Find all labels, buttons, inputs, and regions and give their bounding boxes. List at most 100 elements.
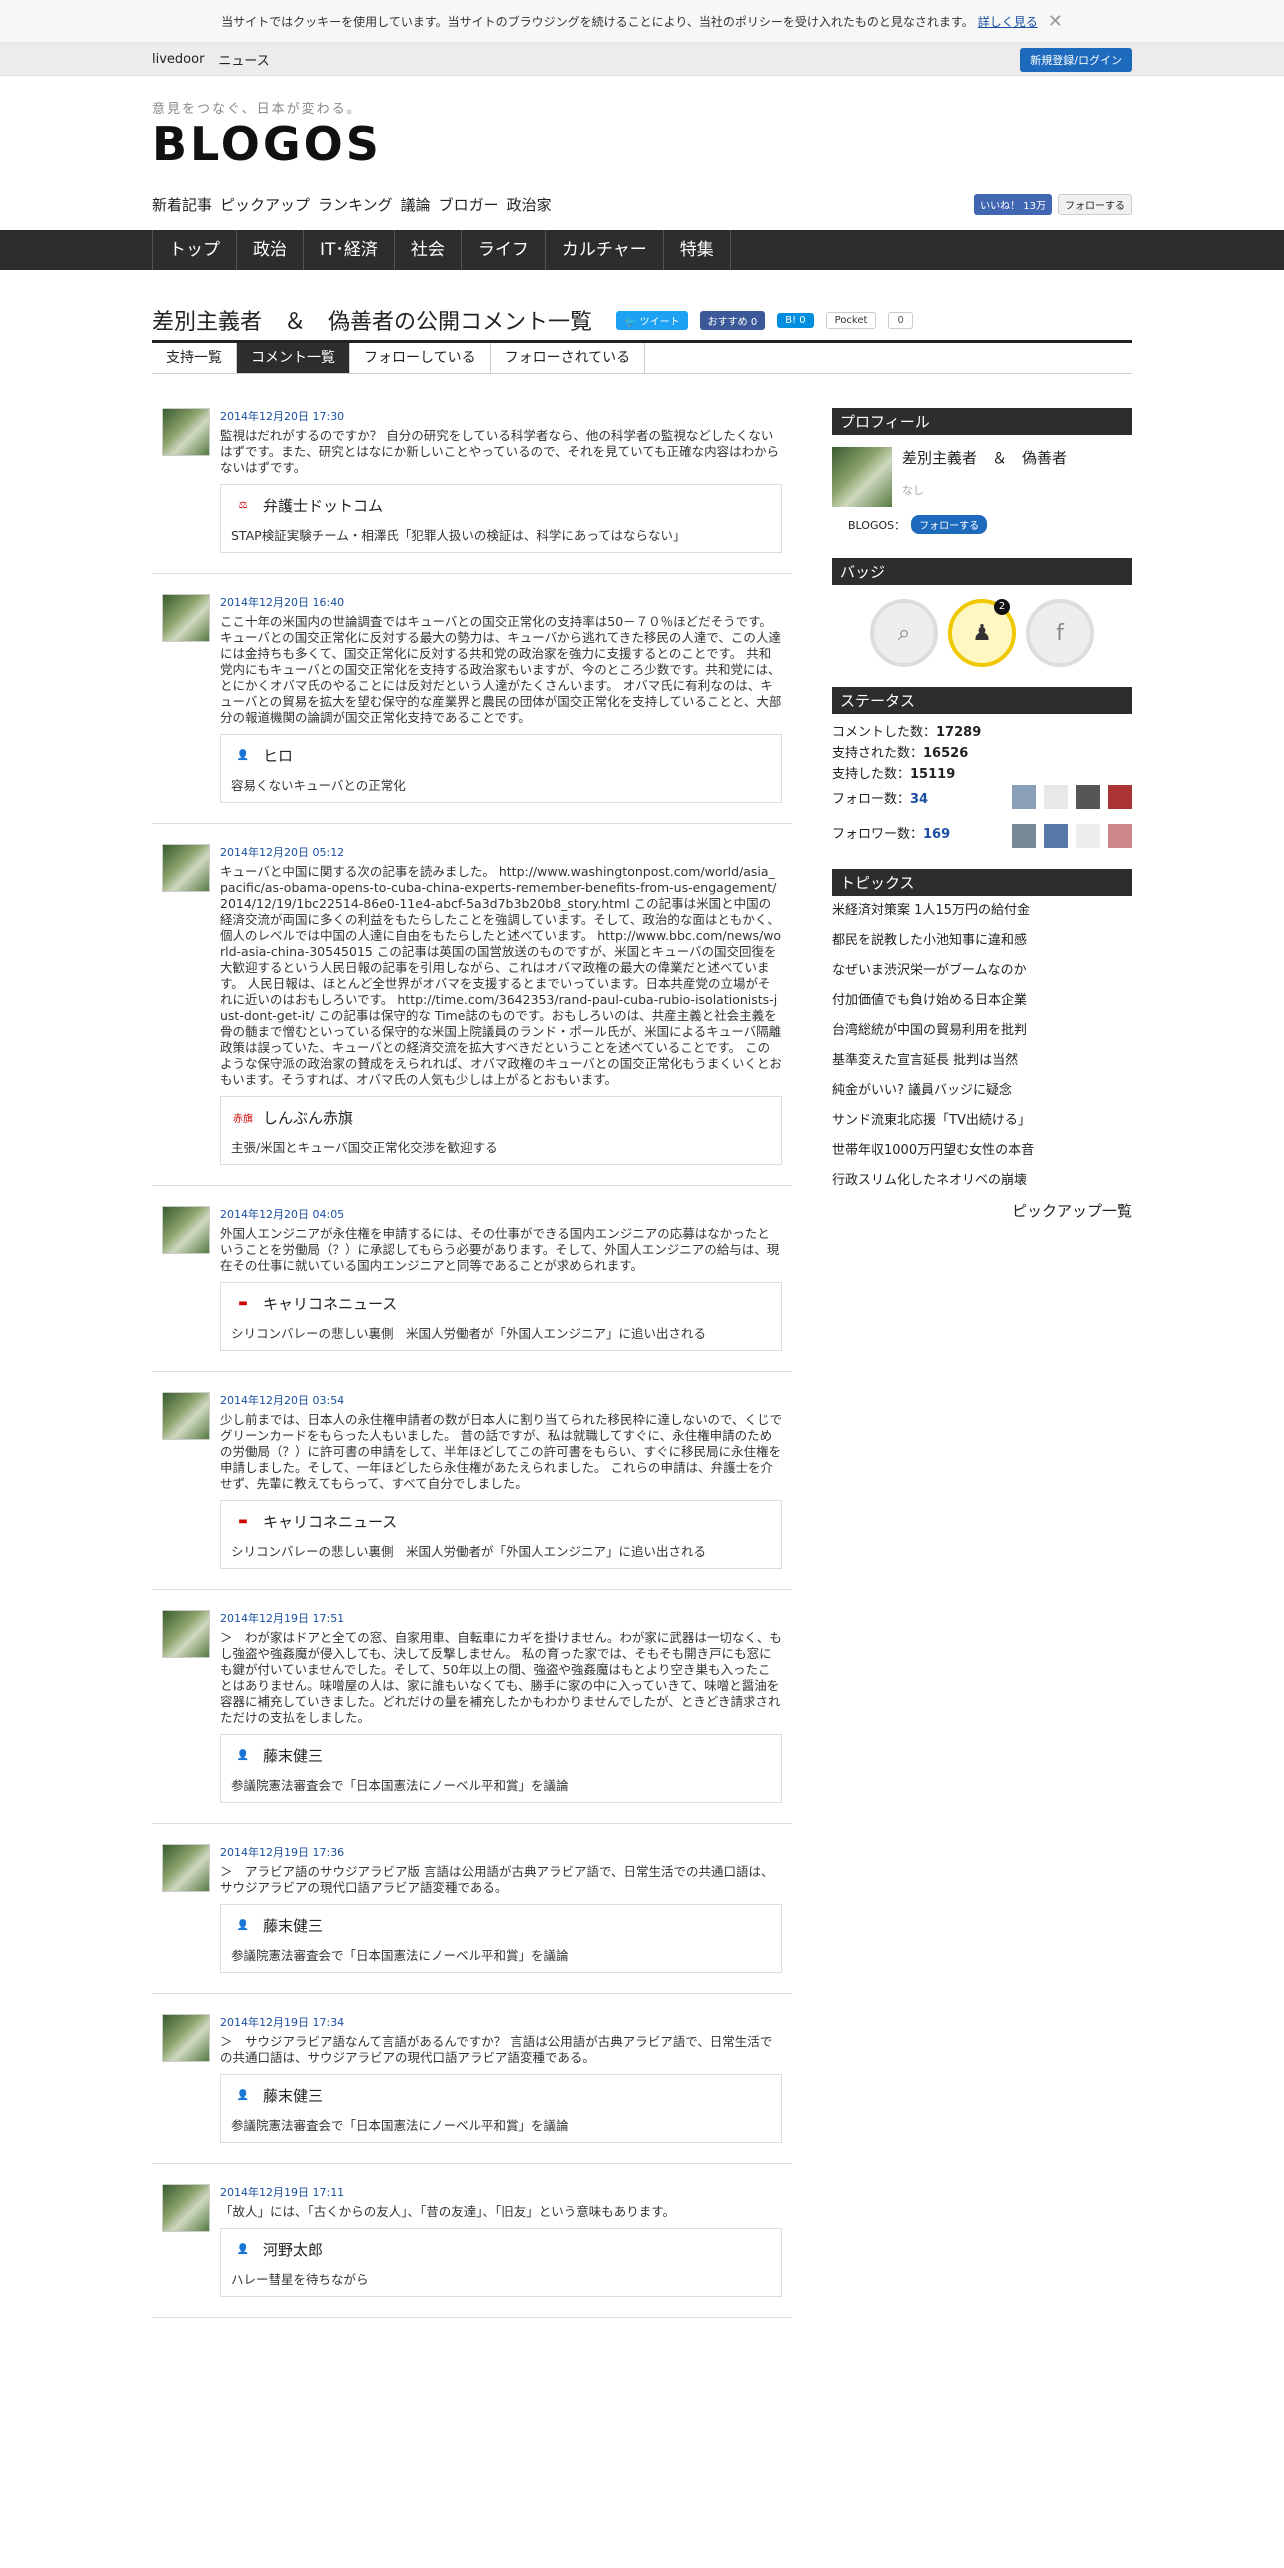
person-icon: 👤: [236, 1749, 250, 1761]
avatar[interactable]: [162, 1392, 210, 1440]
profile-avatar[interactable]: [832, 447, 892, 507]
source-article-card[interactable]: 👤 ヒロ 容易くないキューバとの正常化: [220, 734, 782, 803]
cookie-more-link[interactable]: 詳しく見る: [978, 13, 1038, 30]
cat-top[interactable]: トップ: [152, 230, 237, 270]
article-title[interactable]: 主張/米国とキューバ国交正常化交渉を歓迎する: [231, 1137, 771, 1156]
profile-description: なし: [902, 484, 924, 497]
page-title: 差別主義者 ＆ 偽善者の公開コメント一覧: [152, 310, 593, 335]
avatar[interactable]: [162, 1844, 210, 1892]
topic-link[interactable]: 都民を説教した小池知事に違和感: [832, 926, 1132, 956]
comment-date[interactable]: 2014年12月20日 04:05: [220, 1206, 782, 1222]
gnav-new[interactable]: 新着記事: [152, 194, 212, 215]
twitter-follow-button[interactable]: フォローする: [1058, 194, 1132, 215]
gnav-pickup[interactable]: ピックアップ: [220, 194, 310, 215]
article-title[interactable]: STAP検証実験チーム・相澤氏「犯罪人扱いの検証は、科学にあってはならない」: [231, 525, 771, 544]
avatar[interactable]: [162, 408, 210, 456]
avatar[interactable]: [162, 2014, 210, 2062]
binoculars-badge-icon[interactable]: ⌕: [870, 599, 938, 667]
tab-following[interactable]: フォローしている: [350, 343, 491, 373]
cat-life[interactable]: ライフ: [462, 230, 546, 270]
avatar[interactable]: [162, 2184, 210, 2232]
follower-avatar[interactable]: [1044, 824, 1068, 848]
topic-link[interactable]: 基準変えた宣言延長 批判は当然: [832, 1046, 1132, 1076]
topic-link[interactable]: なぜいま渋沢栄一がブームなのか: [832, 956, 1132, 986]
speaker-badge-icon[interactable]: ♟ 2: [948, 599, 1016, 667]
comment-date[interactable]: 2014年12月20日 17:30: [220, 408, 782, 424]
login-button[interactable]: 新規登録/ログイン: [1020, 48, 1132, 72]
article-title[interactable]: シリコンバレーの悲しい裏側 米国人労働者が「外国人エンジニア」に追い出される: [231, 1323, 771, 1342]
topic-link[interactable]: 行政スリム化したネオリベの崩壊: [832, 1166, 1132, 1196]
comment-date[interactable]: 2014年12月19日 17:51: [220, 1610, 782, 1626]
avatar[interactable]: [162, 1610, 210, 1658]
livedoor-link[interactable]: livedoor: [152, 52, 204, 67]
person-icon: 👤: [236, 2243, 250, 2255]
article-title[interactable]: 参議院憲法審査会で「日本国憲法にノーベル平和賞」を議論: [231, 1945, 771, 1964]
source-article-card[interactable]: ⚖ 弁護士ドットコム STAP検証実験チーム・相澤氏「犯罪人扱いの検証は、科学にあ…: [220, 484, 782, 553]
topic-link[interactable]: 純金がいい? 議員バッジに疑念: [832, 1076, 1132, 1106]
topic-link[interactable]: サンド流東北応援「TV出続ける」: [832, 1106, 1132, 1136]
cat-politics[interactable]: 政治: [237, 230, 304, 270]
follower-avatar[interactable]: [1108, 824, 1132, 848]
comment-date[interactable]: 2014年12月20日 05:12: [220, 844, 782, 860]
hatena-bookmark-button[interactable]: B! 0: [777, 312, 814, 328]
person-icon: 👤: [236, 749, 250, 761]
following-avatar[interactable]: [1108, 785, 1132, 809]
tweet-button[interactable]: 🐦 ツイート: [616, 310, 688, 330]
facebook-recommend-button[interactable]: おすすめ 0: [699, 310, 766, 330]
source-article-card[interactable]: 👤 河野太郎 ハレー彗星を待ちながら: [220, 2228, 782, 2297]
facebook-like-button[interactable]: いいね！ 13万: [974, 194, 1052, 215]
stat-label: コメントした数：: [832, 725, 937, 740]
tab-support-list[interactable]: 支持一覧: [152, 343, 237, 373]
cat-feature[interactable]: 特集: [664, 230, 731, 270]
source-article-card[interactable]: 👤 藤末健三 参議院憲法審査会で「日本国憲法にノーベル平和賞」を議論: [220, 1904, 782, 1973]
comment-date[interactable]: 2014年12月19日 17:34: [220, 2014, 782, 2030]
comment-date[interactable]: 2014年12月20日 03:54: [220, 1392, 782, 1408]
source-article-card[interactable]: ▬ キャリコネニュース シリコンバレーの悲しい裏側 米国人労働者が「外国人エンジニ…: [220, 1500, 782, 1569]
following-avatar[interactable]: [1012, 785, 1036, 809]
follow-row: BLOGOS： フォローする: [848, 515, 1132, 534]
comment-date[interactable]: 2014年12月19日 17:11: [220, 2184, 782, 2200]
source-article-card[interactable]: 👤 藤末健三 参議院憲法審査会で「日本国憲法にノーベル平和賞」を議論: [220, 2074, 782, 2143]
comment-date[interactable]: 2014年12月19日 17:36: [220, 1844, 782, 1860]
avatar[interactable]: [162, 844, 210, 892]
stat-value: 15119: [910, 767, 956, 782]
topic-link[interactable]: 台湾総統が中国の貿易利用を批判: [832, 1016, 1132, 1046]
article-title[interactable]: シリコンバレーの悲しい裏側 米国人労働者が「外国人エンジニア」に追い出される: [231, 1541, 771, 1560]
site-logo[interactable]: BLOGOS: [152, 121, 1132, 167]
source-article-card[interactable]: 赤旗 しんぶん赤旗 主張/米国とキューバ国交正常化交渉を歓迎する: [220, 1096, 782, 1165]
follower-count[interactable]: 169: [923, 827, 950, 842]
close-icon[interactable]: ✕: [1048, 11, 1063, 32]
gnav-debate[interactable]: 議論: [401, 194, 431, 215]
facebook-badge-icon[interactable]: f: [1026, 599, 1094, 667]
cat-culture[interactable]: カルチャー: [546, 230, 664, 270]
gnav-ranking[interactable]: ランキング: [318, 194, 393, 215]
topic-link[interactable]: 米経済対策案 1人15万円の給付金: [832, 896, 1132, 926]
topic-link[interactable]: 世帯年収1000万円望む女性の本音: [832, 1136, 1132, 1166]
article-title[interactable]: 参議院憲法審査会で「日本国憲法にノーベル平和賞」を議論: [231, 1775, 771, 1794]
akahata-logo-icon: 赤旗: [233, 1113, 253, 1125]
article-title[interactable]: 参議院憲法審査会で「日本国憲法にノーベル平和賞」を議論: [231, 2115, 771, 2134]
following-count[interactable]: 34: [910, 792, 928, 807]
comment-date[interactable]: 2014年12月20日 16:40: [220, 594, 782, 610]
avatar[interactable]: [162, 1206, 210, 1254]
source-article-card[interactable]: ▬ キャリコネニュース シリコンバレーの悲しい裏側 米国人労働者が「外国人エンジニ…: [220, 1282, 782, 1351]
following-avatar[interactable]: [1076, 785, 1100, 809]
article-title[interactable]: ハレー彗星を待ちながら: [231, 2269, 771, 2288]
article-title[interactable]: 容易くないキューバとの正常化: [231, 775, 771, 794]
topic-link[interactable]: 付加価値でも負け始める日本企業: [832, 986, 1132, 1016]
follower-avatar[interactable]: [1012, 824, 1036, 848]
news-link[interactable]: ニュース: [218, 50, 269, 69]
pocket-button[interactable]: Pocket: [825, 311, 877, 329]
tab-followers[interactable]: フォローされている: [491, 343, 646, 373]
cat-society[interactable]: 社会: [395, 230, 462, 270]
gnav-blogger[interactable]: ブロガー: [439, 194, 499, 215]
source-article-card[interactable]: 👤 藤末健三 参議院憲法審査会で「日本国憲法にノーベル平和賞」を議論: [220, 1734, 782, 1803]
avatar[interactable]: [162, 594, 210, 642]
pickup-list-link[interactable]: ピックアップ一覧: [832, 1200, 1132, 1221]
cat-it-economy[interactable]: IT･経済: [304, 230, 395, 270]
following-avatar[interactable]: [1044, 785, 1068, 809]
follower-avatar[interactable]: [1076, 824, 1100, 848]
follow-button[interactable]: フォローする: [911, 515, 988, 534]
tab-comment-list[interactable]: コメント一覧: [237, 343, 350, 373]
gnav-politician[interactable]: 政治家: [507, 194, 552, 215]
